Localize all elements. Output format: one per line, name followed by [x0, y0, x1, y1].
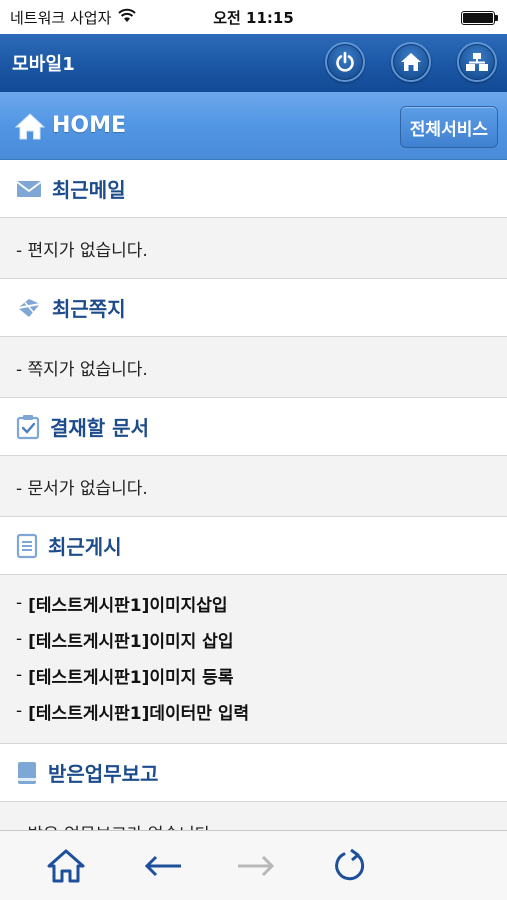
carrier-group: 네트워크 사업자	[10, 7, 137, 28]
section-header-notes[interactable]: 최근쪽지	[0, 279, 507, 337]
bottom-toolbar	[0, 830, 507, 900]
battery-icon	[461, 11, 498, 25]
document-icon	[16, 533, 38, 558]
section-body-notes: - 쪽지가 없습니다.	[0, 337, 507, 398]
logout-button[interactable]	[325, 42, 365, 82]
sitemap-icon	[466, 53, 488, 71]
empty-message-mail: - 편지가 없습니다.	[16, 240, 148, 261]
back-arrow-icon	[144, 855, 181, 877]
wifi-icon	[117, 8, 137, 27]
post-item[interactable]: - [테스트게시판1]이미지삽입	[16, 585, 491, 621]
section-body-posts: - [테스트게시판1]이미지삽입 - [테스트게시판1]이미지 삽입 - [테스트게시…	[0, 575, 507, 744]
home-bar: HOME 전체서비스	[0, 92, 507, 160]
section-title-mail: 최근메일	[52, 178, 126, 202]
post-list: - [테스트게시판1]이미지삽입 - [테스트게시판1]이미지 삽입 - [테스트게시…	[16, 575, 491, 743]
empty-message-approval: - 문서가 없습니다.	[16, 478, 148, 499]
section-body-reports: - 받은 업무보고가 없습니다.	[0, 802, 507, 830]
home-label: HOME	[52, 113, 127, 138]
home-icon	[14, 112, 46, 139]
all-services-button[interactable]: 전체서비스	[399, 106, 498, 148]
section-header-approval[interactable]: 결재할 문서	[0, 398, 507, 456]
section-header-reports[interactable]: 받은업무보고	[0, 744, 507, 802]
section-header-posts[interactable]: 최근게시	[0, 517, 507, 575]
status-bar: 네트워크 사업자 오전 11:15	[0, 0, 507, 34]
section-body-approval: - 문서가 없습니다.	[0, 456, 507, 517]
refresh-button[interactable]	[328, 844, 372, 888]
sitemap-button[interactable]	[457, 42, 497, 82]
toolbar-home-button[interactable]	[44, 844, 88, 888]
post-item[interactable]: - [테스트게시판1]데이터만 입력	[16, 693, 491, 729]
forward-arrow-icon	[238, 855, 275, 877]
empty-message-notes: - 쪽지가 없습니다.	[16, 359, 148, 380]
refresh-icon	[335, 848, 365, 881]
section-title-reports: 받은업무보고	[48, 762, 159, 786]
section-title-posts: 최근게시	[48, 535, 122, 559]
post-item[interactable]: - [테스트게시판1]이미지 삽입	[16, 621, 491, 657]
book-icon	[18, 761, 36, 784]
app-header: 모바일1	[0, 34, 507, 92]
mail-icon	[16, 180, 42, 197]
note-icon	[17, 298, 41, 317]
section-title-approval: 결재할 문서	[50, 416, 149, 440]
carrier-label: 네트워크 사업자	[10, 8, 112, 27]
home-title: HOME	[14, 111, 126, 141]
empty-message-reports: - 받은 업무보고가 없습니다.	[16, 802, 491, 831]
header-buttons	[325, 42, 497, 82]
header-home-button[interactable]	[391, 42, 431, 82]
section-body-mail: - 편지가 없습니다.	[0, 218, 507, 279]
app-title: 모바일1	[12, 54, 76, 75]
clipboard-check-icon	[16, 414, 40, 439]
section-header-mail[interactable]: 최근메일	[0, 160, 507, 218]
home-icon	[47, 849, 85, 883]
main-content[interactable]: 최근메일 - 편지가 없습니다. 최근쪽지 - 쪽지가 없습니다. 결재할 문서…	[0, 160, 507, 830]
section-title-notes: 최근쪽지	[52, 297, 126, 321]
home-icon	[401, 53, 421, 71]
forward-button[interactable]	[234, 844, 278, 888]
power-icon	[336, 51, 354, 72]
back-button[interactable]	[141, 844, 185, 888]
post-item[interactable]: - [테스트게시판1]이미지 등록	[16, 657, 491, 693]
